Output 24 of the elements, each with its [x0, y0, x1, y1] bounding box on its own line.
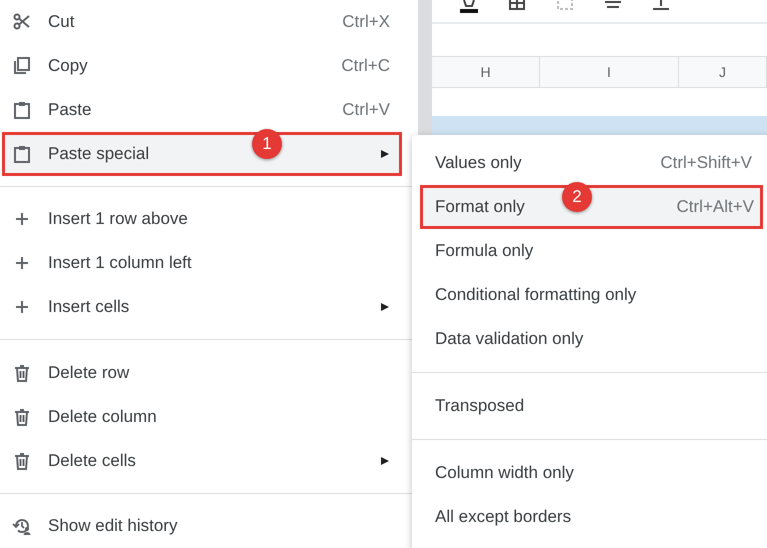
column-header[interactable]: I	[540, 57, 679, 87]
shortcut-text: Ctrl+C	[341, 56, 390, 76]
shortcut-text: Ctrl+Alt+V	[676, 197, 754, 217]
column-header[interactable]: H	[432, 57, 540, 87]
shortcut-text: Ctrl+Shift+V	[660, 153, 752, 173]
menu-item[interactable]: Values only Ctrl+Shift+V	[412, 141, 767, 185]
menu-item[interactable]: Paste Ctrl+V	[0, 88, 418, 132]
trash-icon	[12, 450, 32, 471]
scrollbar[interactable]	[418, 0, 432, 135]
menu-item[interactable]: Cut Ctrl+X	[0, 0, 418, 44]
menu-item[interactable]: Copy Ctrl+C	[0, 44, 418, 88]
trash-icon	[12, 406, 32, 427]
column-header[interactable]: J	[679, 57, 767, 87]
text-color-icon[interactable]	[460, 0, 478, 14]
scissors-icon	[12, 12, 32, 32]
clipboard-icon	[12, 144, 32, 164]
shortcut-text: Ctrl+X	[342, 12, 390, 32]
trash-icon	[12, 362, 32, 383]
copy-icon	[12, 56, 32, 76]
submenu-arrow-icon	[380, 456, 390, 466]
submenu-arrow-icon	[380, 149, 390, 159]
clipboard-icon	[12, 100, 32, 120]
shortcut-text: Ctrl+V	[342, 100, 390, 120]
submenu-arrow-icon	[380, 302, 390, 312]
